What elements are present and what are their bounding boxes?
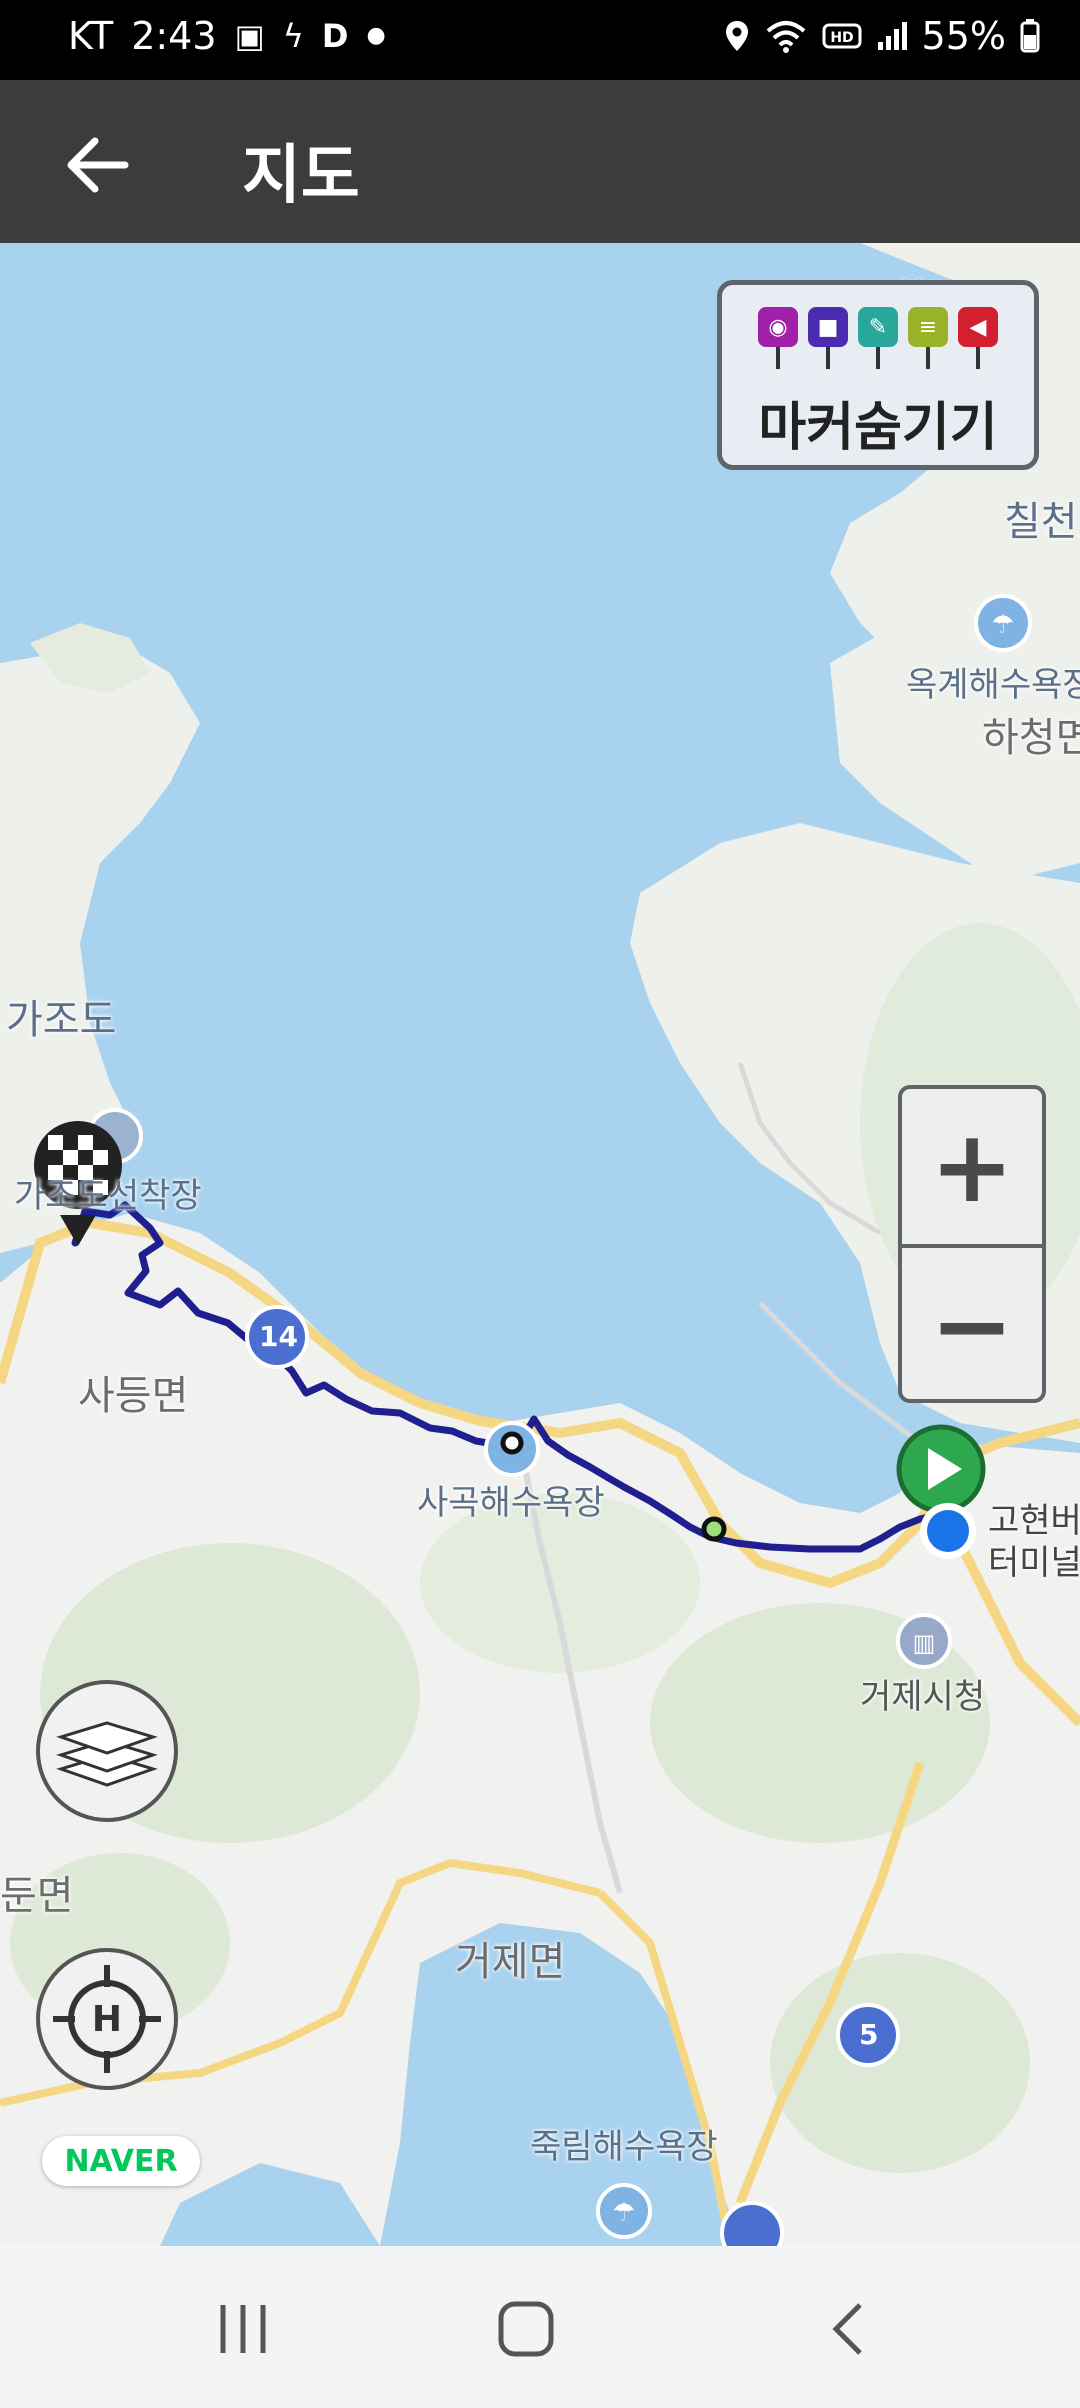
status-bar: KT 2:43 ▣ ϟ D ● HD 55% (0, 0, 1080, 80)
mic-pin-icon: ✎ (858, 307, 898, 369)
location-icon (725, 21, 748, 51)
hide-markers-button[interactable]: ◉ ■ ✎ ≡ ◀ 마커숨기기 (717, 280, 1039, 470)
zoom-in-button[interactable]: + (902, 1089, 1042, 1248)
map-label-hacheong: 하청면 (982, 715, 1080, 761)
map-label-sadeung: 사등면 (78, 1373, 189, 1419)
camera-pin-icon: ◉ (758, 307, 798, 369)
map-label-gajodo: 가조도 (6, 997, 117, 1043)
hd-voice-icon: HD (822, 23, 862, 49)
map-label-gohyeon-2: 터미널 (988, 1543, 1080, 1583)
zoom-out-button[interactable]: − (902, 1248, 1042, 1399)
d-app-icon: D (321, 17, 349, 55)
svg-text:☂: ☂ (991, 610, 1014, 640)
map-label-geoje-myeon: 거제면 (455, 1939, 566, 1985)
svg-text:▥: ▥ (913, 1629, 936, 1657)
zoom-control: + − (898, 1085, 1046, 1403)
naver-logo: NAVER (42, 2136, 200, 2186)
recenter-button[interactable]: H (36, 1948, 178, 2090)
battery-percent: 55% (921, 14, 1006, 58)
svg-text:☂: ☂ (612, 2198, 635, 2228)
memo-pin-icon: ≡ (908, 307, 948, 369)
map-label-gajo-dock: 가조도선착장 (14, 1176, 202, 1216)
map-label-dun: 둔면 (0, 1873, 74, 1919)
map-label-jukrim: 죽림해수욕장 (530, 2127, 718, 2167)
home-icon (498, 2301, 554, 2357)
status-right: HD 55% (724, 14, 1040, 58)
layers-button[interactable] (36, 1680, 178, 1822)
chevron-left-icon (832, 2303, 862, 2355)
nfc-icon: ϟ (282, 17, 304, 55)
heliport-target-icon: H (53, 1965, 161, 2073)
page-title: 지도 (242, 139, 360, 213)
system-back-button[interactable] (790, 2284, 910, 2374)
system-nav-bar (0, 2246, 1080, 2408)
svg-text:HD: HD (830, 30, 853, 46)
map-label-sagok: 사곡해수욕장 (417, 1483, 605, 1523)
video-pin-icon: ■ (808, 307, 848, 369)
battery-icon (1020, 19, 1040, 53)
gallery-icon: ▣ (234, 17, 265, 55)
road-14-label: 14 (259, 1320, 298, 1353)
wifi-icon (766, 21, 805, 53)
carrier: KT (68, 14, 114, 58)
app-bar: 지도 (0, 80, 1080, 243)
recent-apps-button[interactable] (183, 2284, 303, 2374)
marker-pins: ◉ ■ ✎ ≡ ◀ (758, 307, 998, 369)
dot-icon: ● (366, 23, 386, 48)
arrow-left-icon (67, 137, 129, 193)
back-button[interactable] (52, 120, 142, 210)
map-label-okgye: 옥계해수욕장 (906, 665, 1080, 705)
recent-apps-icon (220, 2305, 266, 2353)
clock: 2:43 (131, 14, 217, 58)
flag-pin-icon: ◀ (958, 307, 998, 369)
map-label-geoje-city: 거제시청 (860, 1677, 986, 1717)
road-5-label: 5 (859, 2018, 879, 2051)
svg-text:H: H (92, 1999, 122, 2040)
signal-icon (877, 22, 907, 50)
map-label-chilcheon: 칠천 (1004, 499, 1078, 545)
hide-markers-label: 마커숨기기 (758, 398, 998, 458)
layers-icon (56, 1721, 158, 1787)
status-left: KT 2:43 ▣ ϟ D ● (68, 14, 386, 58)
home-button[interactable] (466, 2284, 586, 2374)
